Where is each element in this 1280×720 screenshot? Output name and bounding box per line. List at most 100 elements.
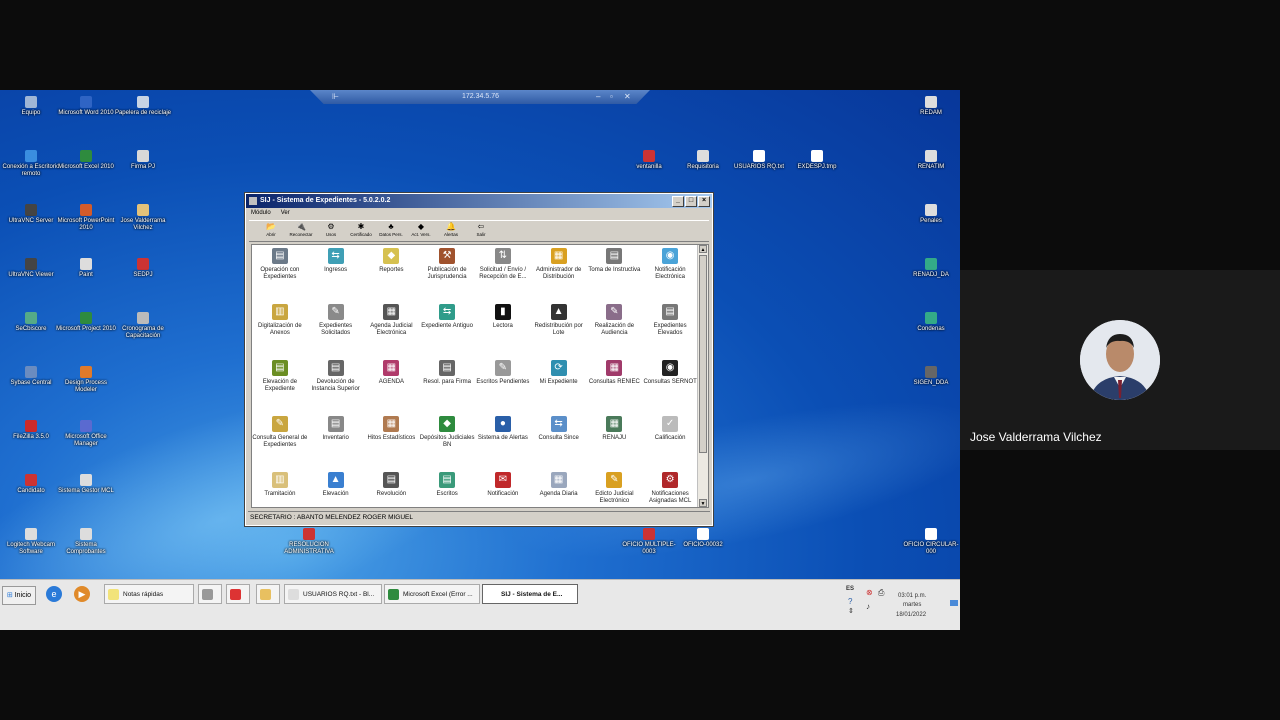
left-desktop-icon[interactable]: Microsoft Word 2010 — [55, 96, 117, 117]
module-item[interactable]: ▤ Expedientes Elevados — [642, 304, 698, 360]
start-button[interactable]: ⊞ Inicio — [2, 586, 36, 605]
show-desktop-icon[interactable] — [950, 600, 958, 606]
module-item[interactable]: ◉ Consultas SERNOT — [642, 360, 698, 416]
module-item[interactable]: ▤ Resol. para Firma — [419, 360, 475, 416]
module-item[interactable]: ✎ Escritos Pendientes — [475, 360, 531, 416]
taskbar-button[interactable]: Microsoft Excel (Error ... — [384, 584, 480, 604]
module-item[interactable]: ⇆ Consulta Since — [531, 416, 587, 472]
minimize-icon[interactable]: – — [596, 92, 600, 101]
right-desktop-icon[interactable]: EXDESPJ.tmp — [786, 150, 848, 171]
right-desktop-icon[interactable]: REDAM — [900, 96, 960, 117]
module-item[interactable]: ✎ Realización de Audiencia — [587, 304, 643, 360]
right-desktop-icon[interactable]: Penales — [900, 204, 960, 225]
module-item[interactable]: ✓ Calificación — [642, 416, 698, 472]
module-item[interactable]: ● Sistema de Alertas — [475, 416, 531, 472]
module-item[interactable]: ⚒ Publicación de Jurisprudencia — [419, 248, 475, 304]
maximize-button[interactable]: □ — [685, 196, 697, 207]
module-item[interactable]: ▦ Hitos Estadísticos — [364, 416, 420, 472]
taskbar-button[interactable] — [198, 584, 222, 604]
module-item[interactable]: ▤ Revolución — [364, 472, 420, 507]
scroll-up-icon[interactable]: ▲ — [699, 245, 707, 253]
taskbar-button[interactable]: SIJ - Sistema de E... — [482, 584, 578, 604]
module-item[interactable]: ✎ Edicto Judicial Electrónico — [587, 472, 643, 507]
taskbar-button[interactable] — [226, 584, 250, 604]
toolbar-button-certificate[interactable]: ✱ Certificado — [347, 221, 375, 241]
right-desktop-icon[interactable]: OFICIO-00032 — [672, 528, 734, 549]
right-desktop-icon[interactable]: Requisitoria — [672, 150, 734, 171]
restore-icon[interactable]: ▫ — [610, 92, 613, 101]
left-desktop-icon[interactable]: Logitech Webcam Software — [0, 528, 62, 556]
module-item[interactable]: ▦ Agenda Judicial Electrónica — [364, 304, 420, 360]
right-desktop-icon[interactable]: OFICIO MULTIPLE-0003 — [618, 528, 680, 556]
module-item[interactable]: ▲ Elevación — [308, 472, 364, 507]
left-desktop-icon[interactable]: SeCbiscore — [0, 312, 62, 333]
right-desktop-icon[interactable]: RESOLUCION ADMINISTRATIVA — [278, 528, 340, 556]
left-desktop-icon[interactable]: Firma PJ — [112, 150, 174, 171]
module-item[interactable]: ▤ Operación con Expedientes — [252, 248, 308, 304]
taskbar-button[interactable]: USUARIOS RQ.txt - Bl... — [284, 584, 382, 604]
remote-connection-bar[interactable]: ⊩ 172.34.5.76 – ▫ ✕ — [310, 90, 650, 104]
module-item[interactable]: ✎ Consulta General de Expedientes — [252, 416, 308, 472]
help-icon[interactable]: ? — [848, 597, 852, 606]
module-item[interactable]: ◆ Depósitos Judiciales BN — [419, 416, 475, 472]
menu-ver[interactable]: Ver — [281, 208, 290, 218]
minimize-button[interactable]: _ — [672, 196, 684, 207]
left-desktop-icon[interactable]: Candidato — [0, 474, 62, 495]
taskbar-button[interactable]: Notas rápidas — [104, 584, 194, 604]
module-item[interactable]: ▤ Elevación de Expediente — [252, 360, 308, 416]
module-item[interactable]: ▥ Tramitación — [252, 472, 308, 507]
left-desktop-icon[interactable]: UltraVNC Server — [0, 204, 62, 225]
media-player-icon[interactable]: ▶ — [74, 586, 90, 602]
module-item[interactable]: ▦ Administrador de Distribución — [531, 248, 587, 304]
left-desktop-icon[interactable]: Papelera de reciclaje — [112, 96, 174, 117]
left-desktop-icon[interactable]: Design Process Modeler — [55, 366, 117, 394]
network-icon[interactable]: ⊗ — [866, 588, 873, 597]
toolbar-button-personal-data[interactable]: ♣ Datos Pers. — [377, 221, 405, 241]
module-item[interactable]: ▲ Redistribución por Lote — [531, 304, 587, 360]
printer-icon[interactable]: ⎙ — [878, 588, 884, 598]
taskbar-button[interactable] — [256, 584, 280, 604]
close-icon[interactable]: ✕ — [624, 92, 631, 101]
module-item[interactable]: ◉ Notificación Electrónica — [642, 248, 698, 304]
expand-icon[interactable]: ⇕ — [848, 607, 854, 615]
left-desktop-icon[interactable]: Sybase Central — [0, 366, 62, 387]
close-button[interactable]: × — [698, 196, 710, 207]
module-item[interactable]: ▮ Lectora — [475, 304, 531, 360]
left-desktop-icon[interactable]: Jose Valderrama Vilchez — [112, 204, 174, 232]
left-desktop-icon[interactable]: Cronograma de Capacitación — [112, 312, 174, 340]
left-desktop-icon[interactable]: SEDPJ — [112, 258, 174, 279]
module-item[interactable]: ▦ Consultas RENIEC — [587, 360, 643, 416]
toolbar-button-alerts[interactable]: 🔔 Alertas — [437, 221, 465, 241]
right-desktop-icon[interactable]: ventanilla — [618, 150, 680, 171]
toolbar-button-usage[interactable]: ⚙ Usos — [317, 221, 345, 241]
toolbar-button-reconnect[interactable]: 🔌 Reconectar — [287, 221, 315, 241]
module-item[interactable]: ⇅ Solicitud / Envío / Recepción de E... — [475, 248, 531, 304]
module-item[interactable]: ⟳ Mi Expediente — [531, 360, 587, 416]
toolbar-button-open[interactable]: 📂 Abrir — [257, 221, 285, 241]
volume-icon[interactable]: ♪ — [866, 602, 870, 611]
module-item[interactable]: ⇆ Expediente Antiguo — [419, 304, 475, 360]
left-desktop-icon[interactable]: Equipo — [0, 96, 62, 117]
left-desktop-icon[interactable]: Microsoft Project 2010 — [55, 312, 117, 333]
module-item[interactable]: ⚙ Notificaciones Asignadas MCL — [642, 472, 698, 507]
module-item[interactable]: ◆ Reportes — [364, 248, 420, 304]
left-desktop-icon[interactable]: Conexión a Escritorio remoto — [0, 150, 62, 178]
right-desktop-icon[interactable]: USUARIOS RQ.txt — [728, 150, 790, 171]
left-desktop-icon[interactable]: Microsoft PowerPoint 2010 — [55, 204, 117, 232]
module-item[interactable]: ✉ Notificación — [475, 472, 531, 507]
module-item[interactable]: ▤ Inventario — [308, 416, 364, 472]
right-desktop-icon[interactable]: OFICIO CIRCULAR-000 — [900, 528, 960, 556]
module-item[interactable]: ▤ Toma de Instructiva — [587, 248, 643, 304]
module-item[interactable]: ▦ AGENDA — [364, 360, 420, 416]
module-item[interactable]: ⇆ Ingresos — [308, 248, 364, 304]
left-desktop-icon[interactable]: FileZilla 3.5.0 — [0, 420, 62, 441]
sij-window[interactable]: SIJ - Sistema de Expedientes - 5.0.2.0.2… — [244, 192, 714, 527]
module-item[interactable]: ▤ Escritos — [419, 472, 475, 507]
toolbar-button-exit[interactable]: ⇦ Salir — [467, 221, 495, 241]
left-desktop-icon[interactable]: Microsoft Excel 2010 — [55, 150, 117, 171]
left-desktop-icon[interactable]: Paint — [55, 258, 117, 279]
scroll-down-icon[interactable]: ▼ — [699, 499, 707, 507]
window-titlebar[interactable]: SIJ - Sistema de Expedientes - 5.0.2.0.2… — [246, 194, 712, 208]
module-item[interactable]: ▦ RENAJU — [587, 416, 643, 472]
ie-icon[interactable]: e — [46, 586, 62, 602]
